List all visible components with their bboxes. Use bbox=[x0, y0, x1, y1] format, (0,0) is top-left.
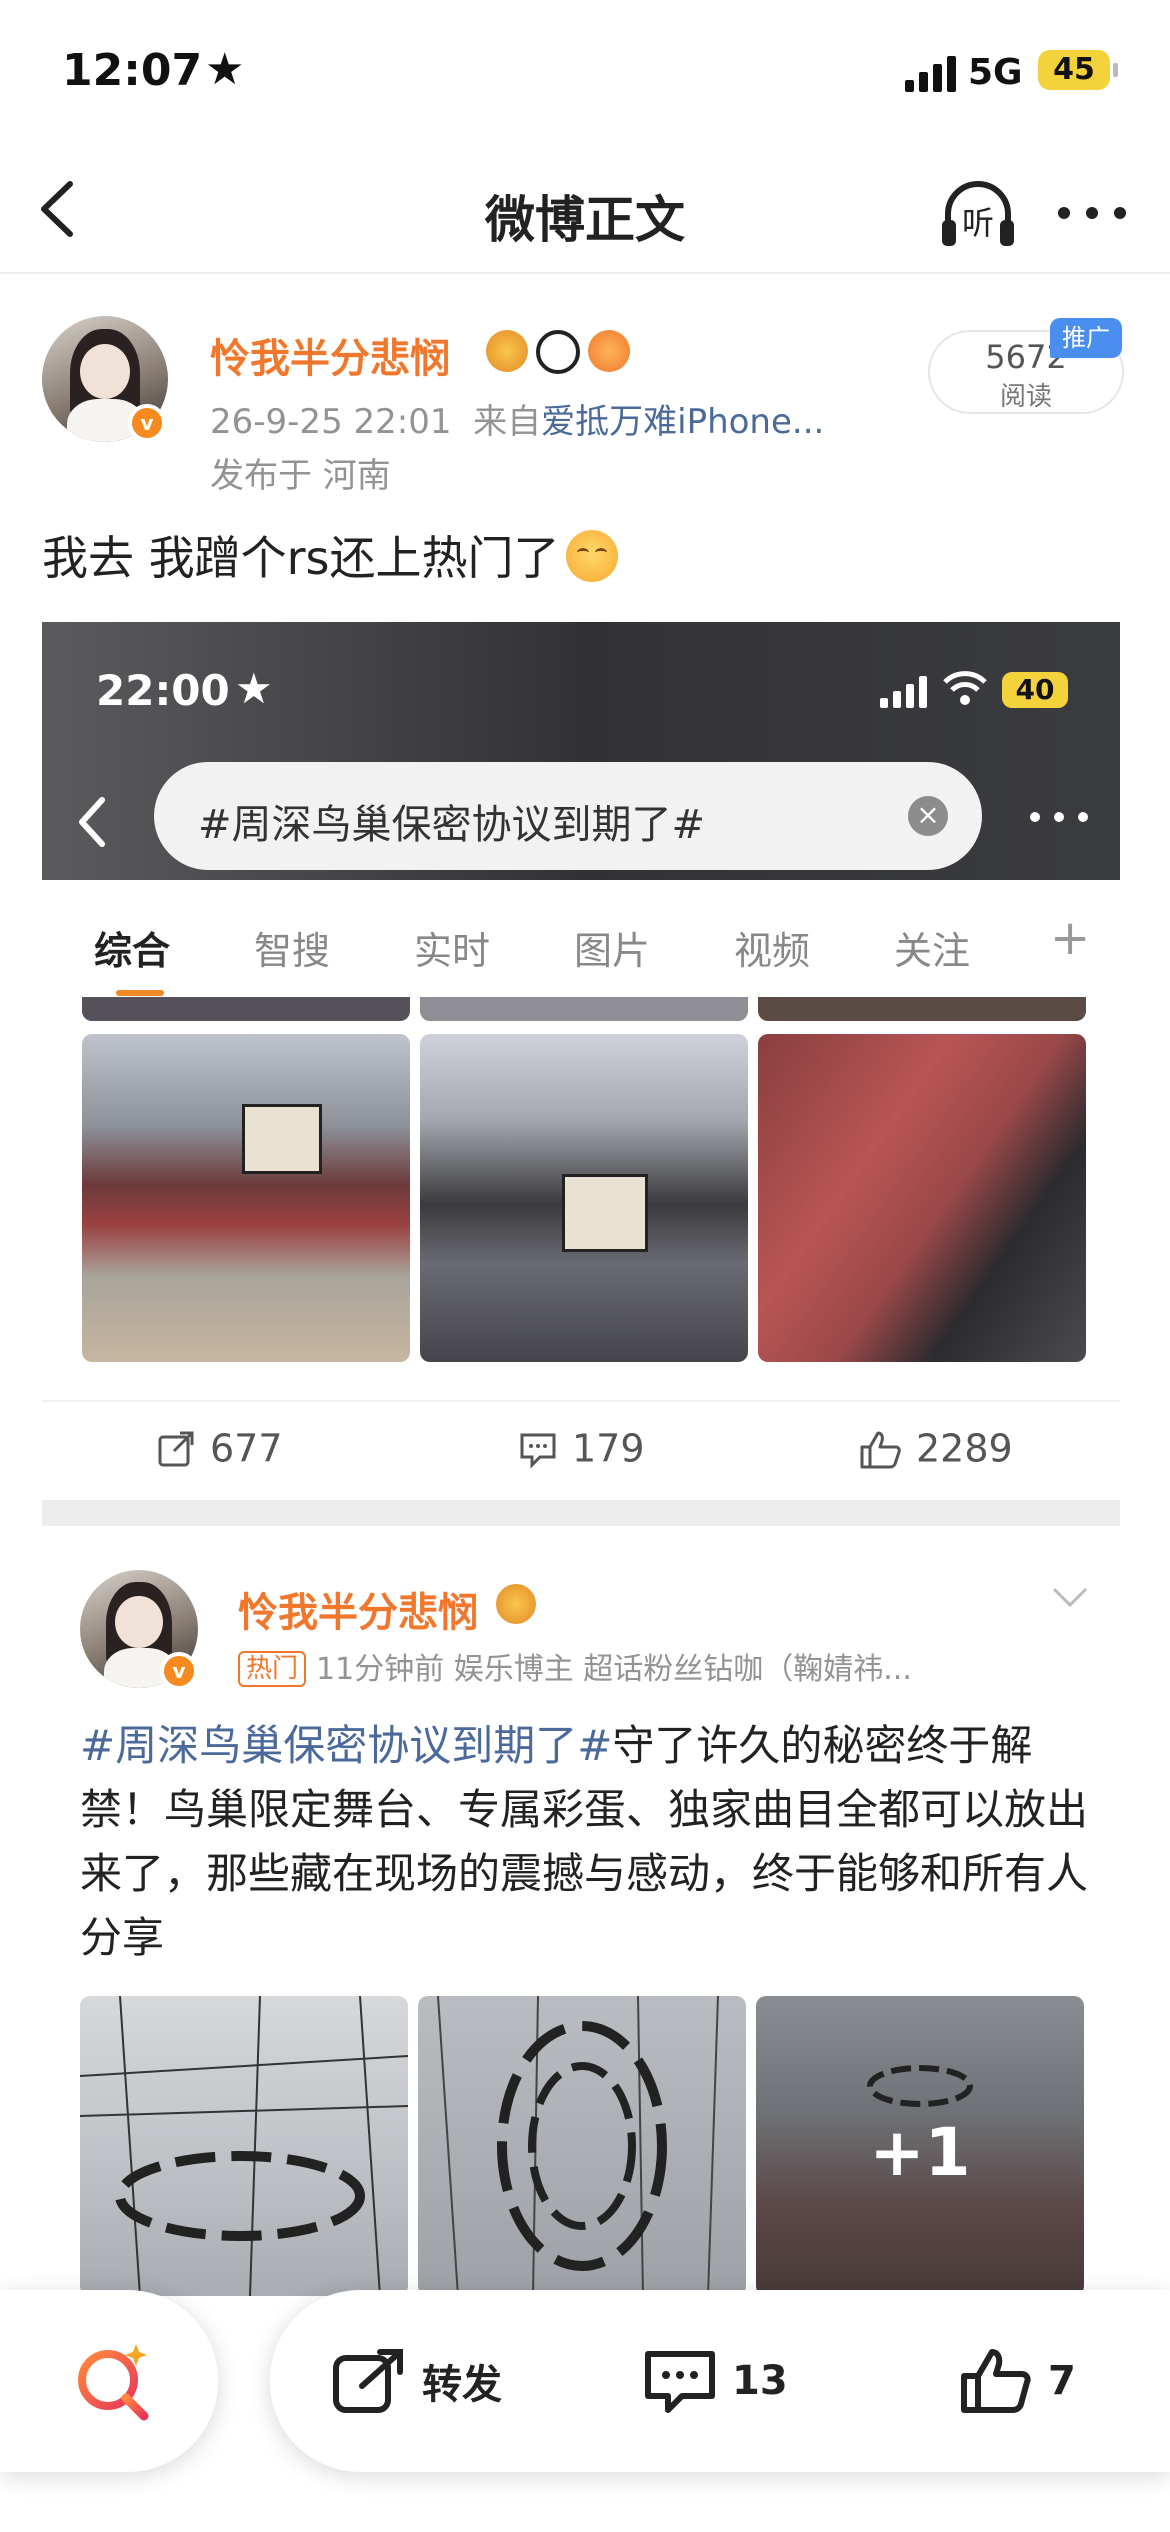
signal-icon bbox=[905, 56, 957, 92]
crown-badge-icon bbox=[496, 1584, 536, 1624]
comment-count: 13 bbox=[732, 2358, 788, 2404]
post-location: 发布于 河南 bbox=[210, 456, 391, 496]
bottom-action-bar: 转发 13 7 bbox=[270, 2290, 1170, 2472]
tab-general: 综合 bbox=[94, 929, 171, 973]
image-strip bbox=[758, 997, 1086, 1021]
nav-bar: 微博正文 听 bbox=[0, 150, 1170, 274]
post2-body: #周深鸟巢保密协议到期了#守了许久的秘密终于解禁！鸟巢限定舞台、专属彩蛋、独家曲… bbox=[80, 1714, 1100, 1970]
stadium-photo bbox=[420, 1034, 748, 1362]
battery-icon: 45 bbox=[1038, 50, 1118, 90]
comment-icon bbox=[520, 1433, 556, 1469]
wire-rig-graphic bbox=[437, 1996, 719, 2296]
embedded-screenshot[interactable]: 22:00 ★ 40 #周深鸟巢保密协议到期了# × 综合 智搜 实时 图片 视… bbox=[42, 622, 1120, 1522]
tab-realtime: 实时 bbox=[414, 929, 491, 973]
topic-link[interactable]: #周深鸟巢保密协议到期了# bbox=[80, 1721, 612, 1770]
post-text: 我去 我蹭个rs还上热门了 bbox=[42, 531, 560, 585]
post-body: 我去 我蹭个rs还上热门了 bbox=[42, 522, 618, 588]
thumbs-up-icon bbox=[860, 1431, 901, 1468]
stadium-photo bbox=[758, 1034, 1086, 1362]
read-label: 阅读 bbox=[999, 382, 1052, 412]
post2-username[interactable]: 怜我半分悲悯 bbox=[238, 1580, 478, 1638]
section-divider bbox=[42, 1500, 1120, 1526]
post-source[interactable]: 爱抵万难iPhone... bbox=[541, 402, 824, 442]
tab-following: 关注 bbox=[894, 929, 971, 973]
status-time: 12:07 bbox=[62, 45, 203, 96]
repost-count: 677 bbox=[210, 1426, 283, 1471]
more-images-count: +1 bbox=[869, 2114, 971, 2191]
status-bar: 12:07 ★ 5G 45 bbox=[0, 0, 1170, 150]
stadium-photo bbox=[82, 1034, 410, 1362]
more-icon bbox=[1030, 812, 1088, 822]
comment-button[interactable]: 13 bbox=[642, 2346, 788, 2416]
post2-meta-text: 11分钟前 娱乐博主 超话粉丝钻咖（鞠婧祎... bbox=[316, 1652, 912, 1687]
sky-photo[interactable] bbox=[80, 1996, 408, 2296]
post-username[interactable]: 怜我半分悲悯 bbox=[210, 326, 450, 384]
embedded-action-bar: 677 179 2289 bbox=[42, 1400, 1120, 1510]
embedded-search-bar: #周深鸟巢保密协议到期了# × bbox=[154, 762, 982, 870]
post2-meta: 热门 11分钟前 娱乐博主 超话粉丝钻咖（鞠婧祎... bbox=[238, 1644, 912, 1688]
thumbs-up-icon bbox=[961, 2349, 1031, 2413]
smart-search-icon bbox=[78, 2344, 149, 2421]
repost-button[interactable]: 677 bbox=[156, 1424, 283, 1488]
panda-badge-icon bbox=[536, 330, 580, 374]
embedded-search-query: #周深鸟巢保密协议到期了# bbox=[198, 802, 706, 848]
like-count: 2289 bbox=[916, 1426, 1013, 1471]
image-strip bbox=[82, 997, 410, 1021]
headphones-icon: 听 bbox=[942, 181, 1014, 246]
like-button[interactable]: 2289 bbox=[858, 1424, 1013, 1488]
source-prefix: 来自 bbox=[473, 402, 542, 442]
battery-icon: 40 bbox=[1002, 672, 1068, 708]
comment-count: 179 bbox=[572, 1426, 645, 1471]
like-count: 7 bbox=[1048, 2358, 1076, 2404]
stadium-photo[interactable]: +1 bbox=[756, 1996, 1084, 2296]
like-button[interactable]: 7 bbox=[958, 2346, 1076, 2416]
verified-badge-icon: v bbox=[160, 1652, 198, 1690]
verified-badge-icon: v bbox=[128, 404, 166, 442]
signal-icon bbox=[880, 676, 928, 708]
wire-rig-graphic bbox=[80, 1996, 408, 2296]
fish-badge-icon bbox=[588, 330, 630, 372]
share-icon bbox=[333, 2349, 403, 2413]
hot-tag: 热门 bbox=[238, 1651, 307, 1687]
listen-button[interactable]: 听 bbox=[936, 172, 1020, 256]
promo-badge: 推广 bbox=[1050, 318, 1122, 358]
repost-button[interactable]: 转发 bbox=[332, 2346, 502, 2416]
star-icon: ★ bbox=[205, 44, 245, 95]
post-meta: 26-9-25 22:01 来自爱抵万难iPhone... bbox=[210, 394, 824, 443]
embedded-tabs: 综合 智搜 实时 图片 视频 关注 + bbox=[42, 880, 1120, 1010]
image-strip bbox=[420, 997, 748, 1021]
tab-videos: 视频 bbox=[734, 929, 811, 973]
post-date: 26-9-25 22:01 bbox=[210, 402, 452, 442]
tab-smart-search: 智搜 bbox=[254, 929, 331, 973]
listen-label: 听 bbox=[962, 204, 994, 242]
more-icon[interactable] bbox=[1052, 188, 1132, 238]
chevron-down-icon[interactable] bbox=[1050, 1585, 1090, 1609]
embedded-status-time: 22:00 bbox=[96, 666, 230, 715]
tab-images: 图片 bbox=[574, 929, 651, 973]
embedded-header: 22:00 ★ 40 #周深鸟巢保密协议到期了# × bbox=[42, 622, 1120, 880]
smile-emoji-icon bbox=[565, 530, 618, 582]
repost-label: 转发 bbox=[422, 2362, 502, 2408]
clear-icon: × bbox=[908, 796, 948, 836]
smart-search-button[interactable] bbox=[0, 2290, 218, 2472]
network-label: 5G bbox=[968, 52, 1023, 93]
comment-button[interactable]: 179 bbox=[518, 1424, 645, 1488]
wifi-icon bbox=[943, 671, 987, 705]
tab-underline bbox=[116, 990, 164, 996]
plus-icon: + bbox=[1050, 910, 1091, 966]
crown-badge-icon bbox=[486, 330, 528, 372]
star-icon: ★ bbox=[235, 664, 273, 713]
share-icon bbox=[158, 1431, 194, 1466]
sky-photo[interactable] bbox=[418, 1996, 746, 2296]
back-icon bbox=[79, 797, 105, 847]
comment-icon bbox=[645, 2351, 715, 2413]
